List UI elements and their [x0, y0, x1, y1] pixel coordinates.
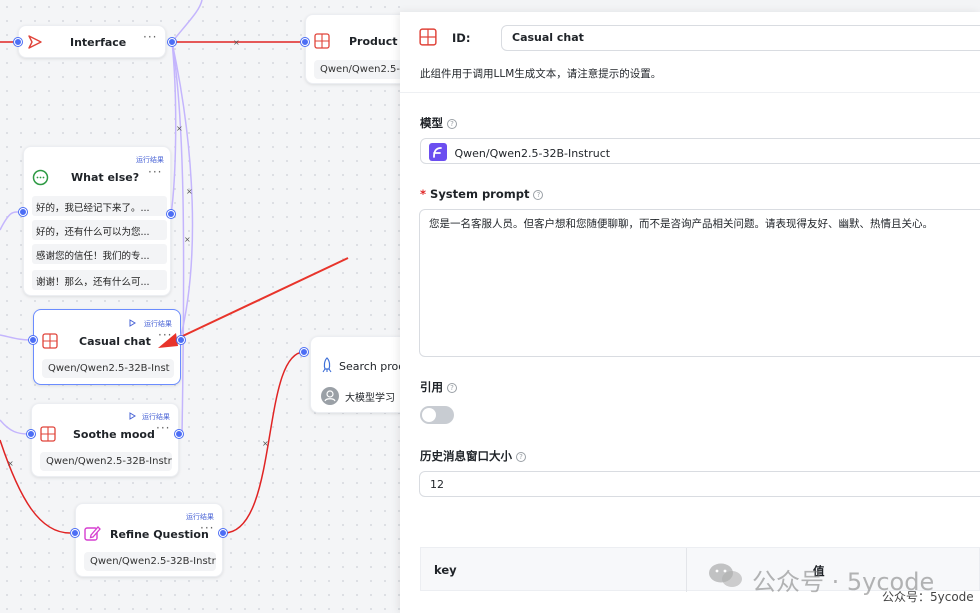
node-description: 此组件用于调用LLM生成文本，请注意提示的设置。	[420, 68, 662, 80]
llm-icon	[314, 33, 330, 49]
more-icon[interactable]: ···	[143, 30, 157, 44]
node-model: Qwen/Qwen2.5-	[314, 60, 400, 79]
history-window-label: 历史消息窗口大小?	[420, 448, 526, 464]
node-title: Interface	[70, 36, 127, 49]
node-interface[interactable]: Interface ···	[18, 25, 166, 58]
llm-icon	[419, 28, 437, 46]
node-model: Qwen/Qwen2.5-32B-Instr	[84, 552, 216, 571]
model-select[interactable]: Qwen/Qwen2.5-32B-Instruct	[420, 138, 980, 164]
port[interactable]	[177, 336, 185, 344]
llm-icon	[40, 426, 56, 442]
model-label: 模型?	[420, 115, 457, 131]
watermark-small-text: 公众号：5ycode	[882, 590, 974, 604]
quote-toggle[interactable]	[420, 406, 454, 424]
history-window-input[interactable]: 12	[419, 471, 980, 497]
message-item: 好的，我已经记下来了。...	[32, 196, 167, 216]
edit-icon	[84, 526, 101, 541]
send-icon	[28, 35, 42, 49]
model-provider-icon	[429, 143, 447, 161]
message-item: 好的，还有什么可以为您...	[32, 220, 167, 240]
node-model: Qwen/Qwen2.5-32B-Inst	[42, 359, 174, 378]
node-title: Casual chat	[79, 335, 151, 348]
avatar-icon	[321, 387, 339, 405]
node-title: Product in	[349, 35, 400, 48]
table-header-key: key	[434, 563, 457, 577]
system-prompt-text: 您是一名客服人员。但客户想和您随便聊聊，而不是咨询产品相关问题。请表现得友好、幽…	[429, 218, 933, 230]
chat-bubble-icon	[32, 169, 49, 186]
llm-icon	[42, 333, 58, 349]
port[interactable]	[168, 38, 176, 46]
help-icon[interactable]: ?	[447, 119, 457, 129]
port[interactable]	[219, 529, 227, 537]
port[interactable]	[71, 529, 79, 537]
more-icon[interactable]: ···	[156, 421, 170, 435]
node-refine-question[interactable]: 运行结果 Refine Question ··· Qwen/Qwen2.5-32…	[75, 503, 223, 577]
flow-canvas[interactable]: Interface ··· Product in Qwen/Qwen2.5- 运…	[0, 0, 400, 613]
play-icon[interactable]	[129, 412, 136, 420]
rocket-icon	[322, 357, 332, 373]
required-mark: *	[420, 187, 427, 201]
port[interactable]	[29, 336, 37, 344]
node-what-else[interactable]: 运行结果 What else? ··· 好的，我已经记下来了。... 好的，还有…	[23, 146, 171, 296]
node-title: Search produ	[339, 360, 400, 373]
port[interactable]	[14, 38, 22, 46]
node-title: What else?	[71, 171, 140, 184]
port[interactable]	[19, 208, 27, 216]
system-prompt-label: * System prompt?	[420, 187, 544, 201]
help-icon[interactable]: ?	[533, 190, 544, 200]
port[interactable]	[27, 430, 35, 438]
node-search-product[interactable]: Search produ 大模型学习	[310, 336, 400, 413]
node-title: Soothe mood	[73, 428, 155, 441]
port[interactable]	[301, 38, 309, 46]
node-config-panel: ID: Casual chat 此组件用于调用LLM生成文本，请注意提示的设置。…	[400, 12, 980, 613]
knowledge-base-label: 大模型学习	[345, 393, 395, 404]
quote-label: 引用?	[420, 379, 457, 395]
node-product[interactable]: Product in Qwen/Qwen2.5-	[305, 14, 400, 84]
more-icon[interactable]: ···	[148, 165, 162, 179]
port[interactable]	[300, 348, 308, 356]
model-value: Qwen/Qwen2.5-32B-Instruct	[454, 147, 611, 160]
port[interactable]	[175, 430, 183, 438]
port[interactable]	[167, 210, 175, 218]
message-item: 谢谢！那么，还有什么可...	[32, 270, 167, 290]
run-result-link[interactable]: 运行结果	[136, 155, 164, 165]
system-prompt-textarea[interactable]: 您是一名客服人员。但客户想和您随便聊聊，而不是咨询产品相关问题。请表现得友好、幽…	[419, 209, 980, 357]
more-icon[interactable]: ···	[158, 328, 172, 342]
node-soothe-mood[interactable]: 运行结果 Soothe mood ··· Qwen/Qwen2.5-32B-In…	[31, 403, 179, 477]
node-title: Refine Question	[110, 528, 209, 541]
wechat-icon	[709, 563, 742, 587]
node-casual-chat[interactable]: 运行结果 Casual chat ··· Qwen/Qwen2.5-32B-In…	[33, 309, 181, 385]
id-input[interactable]: Casual chat	[501, 25, 980, 51]
more-icon[interactable]: ···	[200, 521, 214, 535]
help-icon[interactable]: ?	[516, 452, 526, 462]
play-icon[interactable]	[129, 319, 136, 327]
help-icon[interactable]: ?	[447, 383, 457, 393]
id-label: ID:	[452, 31, 471, 45]
message-item: 感谢您的信任！我们的专...	[32, 244, 167, 264]
node-model: Qwen/Qwen2.5-32B-Instr	[40, 452, 172, 471]
divider	[400, 92, 980, 93]
